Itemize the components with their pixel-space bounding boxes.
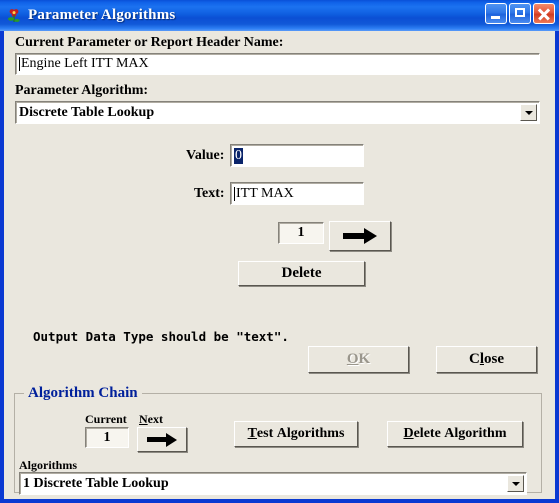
output-type-hint: Output Data Type should be "text". (33, 329, 289, 344)
text-caret (19, 57, 20, 71)
entry-index-box: 1 (278, 222, 324, 244)
window-titlebar[interactable]: Parameter Algorithms (0, 0, 559, 31)
text-label: Text: (194, 186, 225, 201)
text-input[interactable]: ITT MAX (230, 182, 364, 205)
ok-button[interactable]: OK (308, 346, 409, 373)
delete-entry-button[interactable]: Delete (238, 261, 365, 286)
parameter-algorithms-window: Parameter Algorithms Current Parameter o… (0, 0, 559, 503)
right-arrow-icon (147, 432, 177, 447)
maximize-button[interactable] (509, 3, 531, 24)
current-parameter-value: Engine Left ITT MAX (21, 56, 149, 71)
minimize-button[interactable] (485, 3, 507, 24)
text-caret (234, 186, 235, 201)
current-index-label: Current (85, 412, 127, 426)
current-index-box: 1 (85, 427, 129, 448)
dialog-client-area: Current Parameter or Report Header Name:… (4, 31, 555, 499)
text-input-value: ITT MAX (236, 185, 294, 201)
algorithm-chain-legend: Algorithm Chain (24, 385, 142, 402)
close-window-button[interactable] (533, 3, 555, 24)
close-button[interactable]: Cl ose (436, 346, 537, 373)
current-parameter-label: Current Parameter or Report Header Name: (15, 35, 284, 50)
parameter-algorithm-combobox[interactable]: Discrete Table Lookup (15, 101, 540, 124)
test-algorithms-button[interactable]: Test Algorithms (234, 421, 358, 447)
value-input[interactable]: 0 (230, 144, 364, 167)
algorithms-combobox-value: 1 Discrete Table Lookup (23, 475, 169, 491)
chevron-down-icon[interactable] (507, 475, 524, 492)
value-label: Value: (186, 148, 225, 163)
flower-icon (5, 7, 23, 25)
parameter-algorithm-value: Discrete Table Lookup (19, 104, 155, 120)
value-input-value: 0 (234, 147, 243, 164)
parameter-algorithm-label: Parameter Algorithm: (15, 83, 149, 98)
delete-algorithm-button[interactable]: Delete Algorithm (387, 421, 523, 447)
current-parameter-input[interactable]: Engine Left ITT MAX (15, 53, 540, 75)
next-algorithm-button[interactable] (137, 427, 187, 452)
chevron-down-icon[interactable] (520, 104, 537, 121)
algorithms-list-label: Algorithms (19, 458, 77, 472)
next-entry-button[interactable] (329, 221, 391, 251)
window-controls (485, 3, 555, 24)
window-title: Parameter Algorithms (28, 7, 176, 23)
algorithms-combobox[interactable]: 1 Discrete Table Lookup (19, 472, 527, 495)
next-algorithm-label: Next (139, 412, 163, 426)
right-arrow-icon (343, 228, 377, 244)
